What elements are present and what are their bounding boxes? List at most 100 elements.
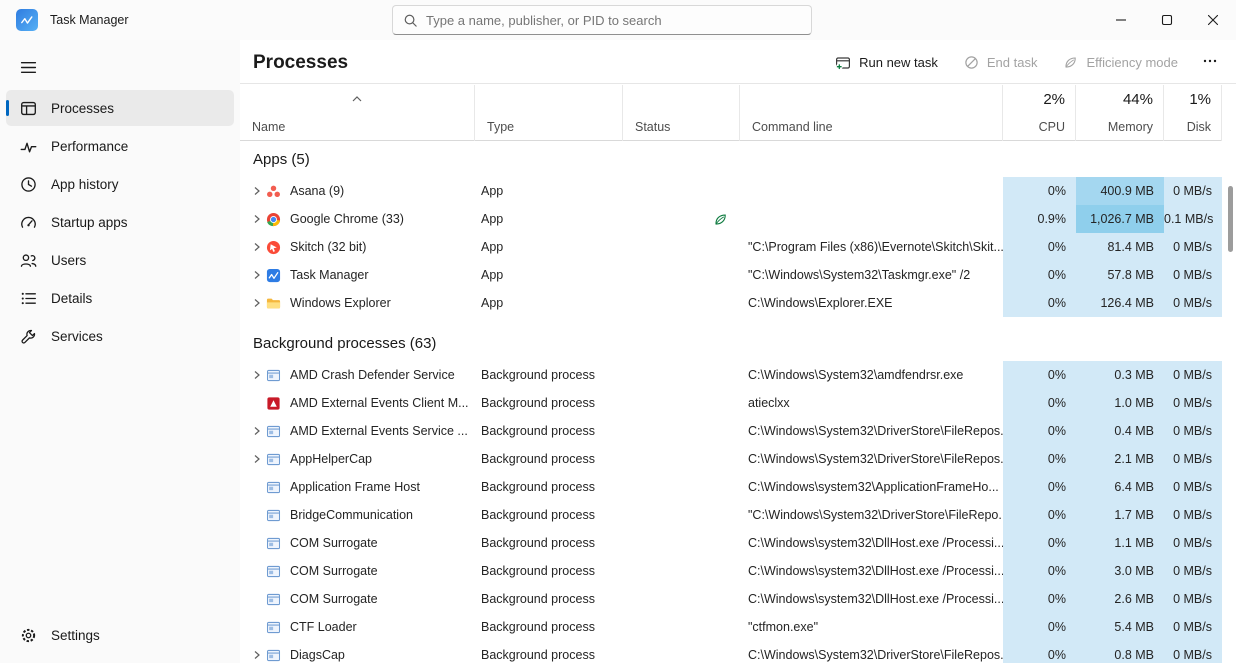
process-memory: 1.7 MB	[1076, 501, 1164, 529]
column-header-type[interactable]: Type	[475, 85, 623, 141]
sidebar-item-details[interactable]: Details	[6, 280, 234, 316]
process-row[interactable]: Application Frame HostBackground process…	[240, 473, 1236, 501]
process-command-line: C:\Windows\System32\DriverStore\FileRepo…	[740, 417, 1003, 445]
cpu-total-usage: 2%	[1043, 91, 1065, 108]
process-memory: 5.4 MB	[1076, 613, 1164, 641]
column-header-cpu[interactable]: 2% CPU	[1003, 85, 1076, 141]
sidebar-item-users[interactable]: Users	[6, 242, 234, 278]
process-memory: 57.8 MB	[1076, 261, 1164, 289]
process-disk: 0 MB/s	[1164, 585, 1222, 613]
process-memory: 2.1 MB	[1076, 445, 1164, 473]
end-task-button[interactable]: End task	[954, 49, 1048, 76]
column-label: Status	[635, 120, 670, 134]
process-cpu: 0.9%	[1003, 205, 1076, 233]
sidebar-item-settings[interactable]: Settings	[6, 617, 234, 653]
column-header-memory[interactable]: 44% Memory	[1076, 85, 1164, 141]
chrome-icon	[266, 212, 287, 227]
process-type: Background process	[475, 361, 623, 389]
process-command-line: "C:\Windows\System32\Taskmgr.exe" /2	[740, 261, 1003, 289]
process-memory: 0.8 MB	[1076, 641, 1164, 663]
process-group: Apps (5) Asana (9)App0%400.9 MB0 MB/sGoog…	[240, 141, 1236, 317]
expand-chevron-icon[interactable]	[248, 650, 266, 660]
scrollbar[interactable]	[1228, 186, 1233, 657]
column-header-disk[interactable]: 1% Disk	[1164, 85, 1222, 141]
group-label: Apps (5)	[253, 151, 310, 168]
process-status-cell	[623, 613, 740, 641]
process-name: Windows Explorer	[290, 289, 391, 317]
more-options-button[interactable]	[1194, 47, 1226, 78]
active-indicator	[6, 100, 9, 116]
settings-gear-icon	[20, 627, 37, 644]
process-name-cell: COM Surrogate	[240, 529, 475, 557]
efficiency-leaf-icon	[1063, 55, 1078, 70]
expand-chevron-icon[interactable]	[248, 270, 266, 280]
process-row[interactable]: AMD External Events Client M...Backgroun…	[240, 389, 1236, 417]
process-row[interactable]: Task ManagerApp"C:\Windows\System32\Task…	[240, 261, 1236, 289]
process-cpu: 0%	[1003, 289, 1076, 317]
efficiency-mode-button[interactable]: Efficiency mode	[1053, 49, 1188, 76]
group-header[interactable]: Apps (5)	[240, 141, 1236, 177]
generic-process-icon	[266, 592, 287, 607]
group-header[interactable]: Background processes (63)	[240, 325, 1236, 361]
process-row[interactable]: AppHelperCapBackground processC:\Windows…	[240, 445, 1236, 473]
process-command-line: C:\Windows\system32\ApplicationFrameHo..…	[740, 473, 1003, 501]
process-cpu: 0%	[1003, 261, 1076, 289]
sidebar-item-performance[interactable]: Performance	[6, 128, 234, 164]
process-row[interactable]: Asana (9)App0%400.9 MB0 MB/s	[240, 177, 1236, 205]
expand-chevron-icon[interactable]	[248, 242, 266, 252]
process-type: Background process	[475, 529, 623, 557]
group-label: Background processes (63)	[253, 335, 436, 352]
maximize-button[interactable]	[1144, 0, 1190, 40]
process-cpu: 0%	[1003, 529, 1076, 557]
sidebar-item-startup-apps[interactable]: Startup apps	[6, 204, 234, 240]
process-row[interactable]: Skitch (32 bit)App"C:\Program Files (x86…	[240, 233, 1236, 261]
sidebar-item-services[interactable]: Services	[6, 318, 234, 354]
process-row[interactable]: Google Chrome (33)App0.9%1,026.7 MB0.1 M…	[240, 205, 1236, 233]
page-title: Processes	[253, 52, 348, 74]
close-button[interactable]	[1190, 0, 1236, 40]
scrollbar-thumb[interactable]	[1228, 186, 1233, 252]
sidebar-item-label: Users	[51, 253, 86, 268]
run-new-task-button[interactable]: Run new task	[825, 49, 948, 77]
disk-total-usage: 1%	[1189, 91, 1211, 108]
process-command-line: C:\Windows\System32\amdfendrsr.exe	[740, 361, 1003, 389]
process-row[interactable]: COM SurrogateBackground processC:\Window…	[240, 585, 1236, 613]
search-input[interactable]	[426, 13, 801, 28]
column-header-status[interactable]: Status	[623, 85, 740, 141]
process-row[interactable]: COM SurrogateBackground processC:\Window…	[240, 529, 1236, 557]
process-row[interactable]: AMD Crash Defender ServiceBackground pro…	[240, 361, 1236, 389]
column-header-command-line[interactable]: Command line	[740, 85, 1003, 141]
process-name: Asana (9)	[290, 177, 344, 205]
expand-chevron-icon[interactable]	[248, 298, 266, 308]
sidebar-item-app-history[interactable]: App history	[6, 166, 234, 202]
navigation-menu-button[interactable]	[10, 50, 46, 84]
expand-chevron-icon[interactable]	[248, 214, 266, 224]
column-label: Command line	[752, 120, 833, 134]
process-name: Google Chrome (33)	[290, 205, 404, 233]
expand-chevron-icon[interactable]	[248, 186, 266, 196]
minimize-button[interactable]	[1098, 0, 1144, 40]
sidebar-item-processes[interactable]: Processes	[6, 90, 234, 126]
leaf-icon	[713, 212, 728, 227]
process-row[interactable]: AMD External Events Service ...Backgroun…	[240, 417, 1236, 445]
process-row[interactable]: Windows ExplorerAppC:\Windows\Explorer.E…	[240, 289, 1236, 317]
processes-icon	[20, 100, 37, 117]
expand-chevron-icon[interactable]	[248, 370, 266, 380]
process-disk: 0 MB/s	[1164, 177, 1222, 205]
search-box[interactable]	[392, 5, 812, 35]
generic-process-icon	[266, 452, 287, 467]
process-disk: 0 MB/s	[1164, 233, 1222, 261]
process-row[interactable]: DiagsCapBackground processC:\Windows\Sys…	[240, 641, 1236, 663]
process-command-line: C:\Windows\Explorer.EXE	[740, 289, 1003, 317]
page-toolbar: Processes Run new task End task Efficien…	[240, 40, 1236, 84]
expand-chevron-icon[interactable]	[248, 426, 266, 436]
expand-chevron-icon[interactable]	[248, 454, 266, 464]
process-row[interactable]: BridgeCommunicationBackground process"C:…	[240, 501, 1236, 529]
column-header-name[interactable]: Name	[240, 85, 475, 141]
process-row[interactable]: CTF LoaderBackground process"ctfmon.exe"…	[240, 613, 1236, 641]
process-row[interactable]: COM SurrogateBackground processC:\Window…	[240, 557, 1236, 585]
process-cpu: 0%	[1003, 585, 1076, 613]
process-name: CTF Loader	[290, 613, 357, 641]
process-type: Background process	[475, 501, 623, 529]
end-task-icon	[964, 55, 979, 70]
